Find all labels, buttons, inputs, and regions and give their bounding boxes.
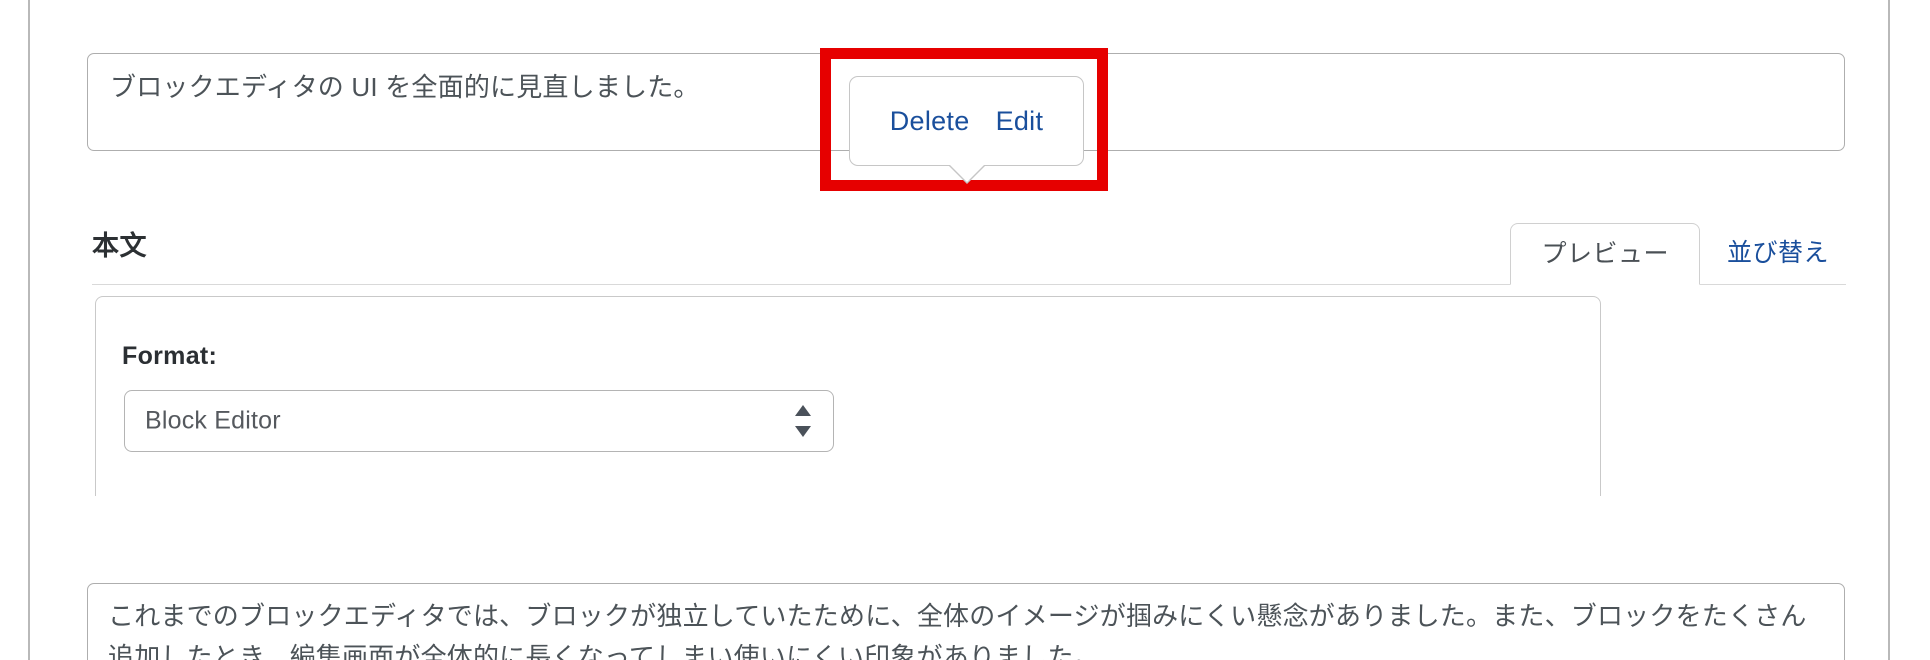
format-select[interactable]: Block Editor <box>124 390 834 452</box>
page-right-border <box>1888 0 1890 660</box>
format-panel: Format: Block Editor <box>95 296 1601 496</box>
stepper-updown-icon <box>795 404 811 438</box>
tab-preview[interactable]: プレビュー <box>1510 223 1700 285</box>
page-left-border <box>28 0 30 660</box>
page-root: ブロックエディタの UI を全面的に見直しました。 Delete Edit 本文… <box>0 0 1930 660</box>
format-select-value: Block Editor <box>145 406 281 435</box>
format-label: Format: <box>122 342 218 370</box>
block-actions-popup: Delete Edit <box>849 76 1084 184</box>
tab-strip: プレビュー 並び替え <box>92 222 1846 285</box>
body-textarea[interactable]: これまでのブロックエディタでは、ブロックが独立していたために、全体のイメージが掴… <box>87 583 1845 660</box>
body-text: これまでのブロックエディタでは、ブロックが独立していたために、全体のイメージが掴… <box>108 601 1807 660</box>
delete-button[interactable]: Delete <box>890 107 970 135</box>
edit-button[interactable]: Edit <box>996 107 1044 135</box>
tab-reorder[interactable]: 並び替え <box>1700 226 1846 284</box>
popup-caret-icon <box>948 164 985 182</box>
